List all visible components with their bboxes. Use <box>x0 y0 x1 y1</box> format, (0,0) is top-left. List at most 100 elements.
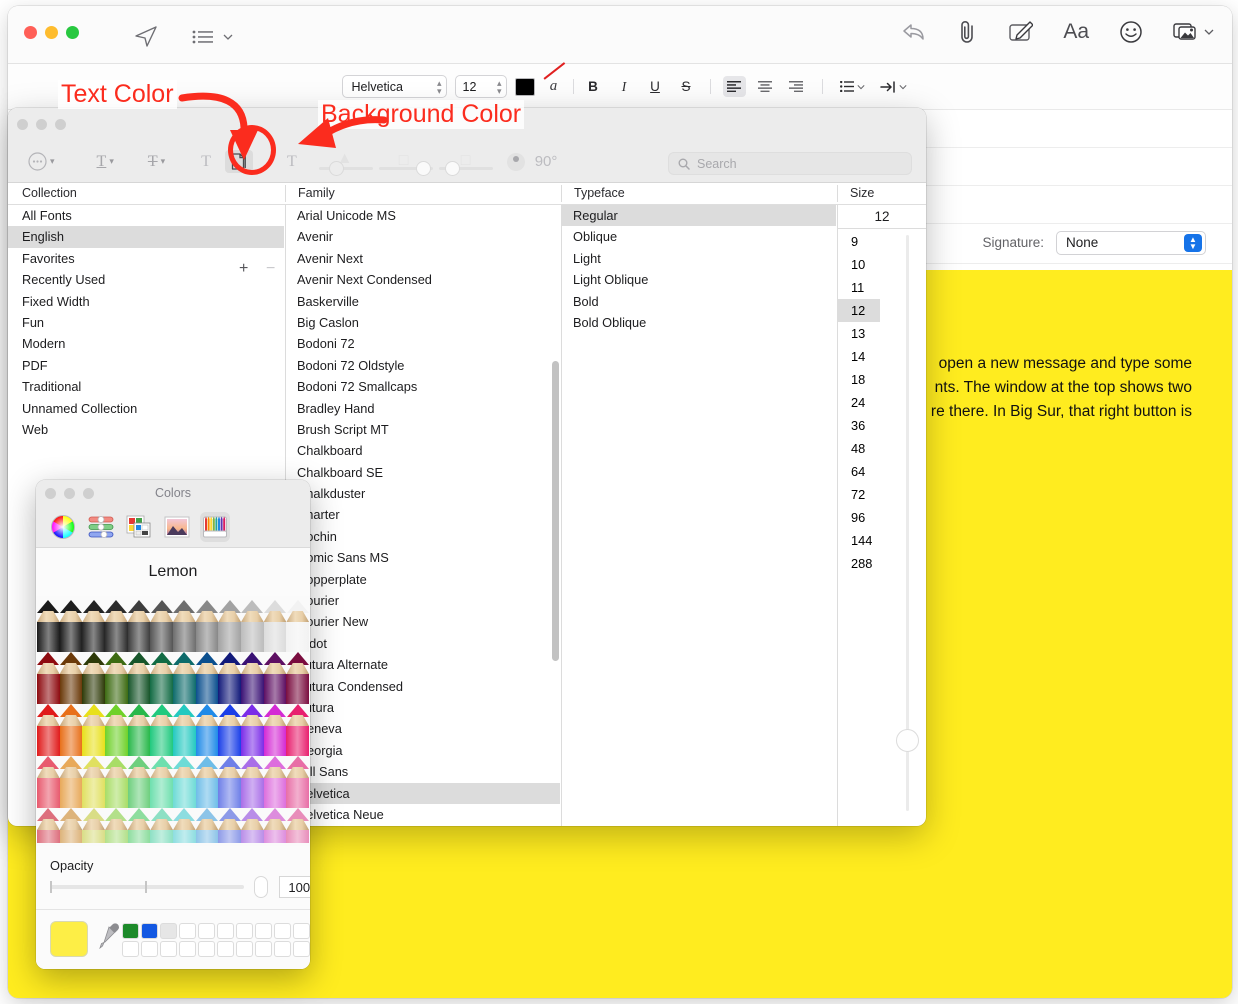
family-list-item[interactable]: Arial Unicode MS <box>286 205 560 226</box>
pencil-swatch[interactable] <box>241 652 264 704</box>
pencil-swatch[interactable] <box>127 704 151 756</box>
pencil-swatch[interactable] <box>37 704 60 756</box>
pencil-swatch[interactable] <box>127 600 151 652</box>
collection-list-item[interactable]: PDF <box>8 355 284 376</box>
family-list[interactable]: Arial Unicode MS Avenir Avenir Next Avenir … <box>286 201 560 822</box>
typeface-list-item[interactable]: Light <box>562 248 836 269</box>
markup-icon[interactable] <box>1008 21 1034 43</box>
zoom-icon[interactable] <box>55 119 66 130</box>
collection-list-item[interactable]: Recently Used <box>8 269 284 290</box>
format-aa-icon[interactable]: Aa <box>1063 20 1089 44</box>
opacity-slider-track[interactable] <box>50 881 244 893</box>
size-list-item[interactable]: 18 <box>838 368 880 391</box>
size-list-item[interactable]: 11 <box>838 276 880 299</box>
background-color-button[interactable]: a <box>543 62 565 96</box>
saved-swatch[interactable] <box>160 923 177 939</box>
family-list-item[interactable]: Avenir Next <box>286 248 560 269</box>
pencil-swatch[interactable] <box>150 704 174 756</box>
text-color-swatch-button[interactable] <box>514 77 535 96</box>
pencil-swatch[interactable] <box>37 808 60 843</box>
underline-button[interactable]: U <box>644 76 667 97</box>
family-list-item[interactable]: Chalkboard <box>286 440 560 461</box>
family-list-item[interactable]: Courier <box>286 590 560 611</box>
pencil-swatch[interactable] <box>105 808 128 843</box>
pencil-swatch[interactable] <box>82 652 106 704</box>
size-list-item[interactable]: 10 <box>838 253 880 276</box>
pencil-swatch[interactable] <box>263 756 287 808</box>
typeface-list-item[interactable]: Oblique <box>562 226 836 247</box>
typeface-list-item[interactable]: Light Oblique <box>562 269 836 290</box>
pencil-swatch[interactable] <box>218 756 242 808</box>
family-list-item[interactable]: Gill Sans <box>286 761 560 782</box>
pencil-swatch[interactable] <box>59 652 83 704</box>
color-palettes-tab[interactable] <box>124 512 154 542</box>
pencil-swatch[interactable] <box>127 652 151 704</box>
pencil-swatch[interactable] <box>286 756 309 808</box>
family-list-item[interactable]: Baskerville <box>286 291 560 312</box>
saved-swatch[interactable] <box>255 941 272 957</box>
saved-swatch[interactable] <box>122 923 139 939</box>
slider-knob[interactable] <box>415 160 431 176</box>
pencil-swatch[interactable] <box>263 704 287 756</box>
size-slider-track[interactable] <box>906 235 909 811</box>
action-menu-button[interactable]: ▾ <box>28 152 55 171</box>
colors-panel-traffic-lights[interactable] <box>45 488 94 499</box>
pencil-swatch[interactable] <box>173 704 196 756</box>
pencil-swatch[interactable] <box>218 704 242 756</box>
typeface-list-item[interactable]: Bold Oblique <box>562 312 836 333</box>
family-list-item[interactable]: Charter <box>286 504 560 525</box>
pencil-swatch[interactable] <box>195 652 219 704</box>
family-list-scrollbar[interactable] <box>552 361 559 661</box>
collection-list-item[interactable]: All Fonts <box>8 205 284 226</box>
pencil-swatch[interactable] <box>59 756 83 808</box>
collection-list-item[interactable]: Favorites <box>8 248 284 269</box>
pencil-swatch[interactable] <box>286 600 309 652</box>
pencil-swatch[interactable] <box>105 600 128 652</box>
pencil-swatch[interactable] <box>241 600 264 652</box>
saved-swatch[interactable] <box>160 941 177 957</box>
saved-swatch[interactable] <box>179 923 196 939</box>
family-list-item[interactable]: Avenir <box>286 226 560 247</box>
reply-icon[interactable] <box>902 21 926 43</box>
pencil-swatch[interactable] <box>195 704 219 756</box>
family-list-item[interactable]: Bradley Hand <box>286 398 560 419</box>
size-list-item[interactable]: 288 <box>838 552 880 575</box>
search-input[interactable]: Search <box>668 152 912 175</box>
size-list-item[interactable]: 48 <box>838 437 880 460</box>
italic-button[interactable]: I <box>613 76 636 97</box>
pencil-swatch[interactable] <box>37 756 60 808</box>
saved-swatch[interactable] <box>274 923 291 939</box>
shadow-offset-slider[interactable]: □ <box>438 148 493 176</box>
saved-swatch[interactable] <box>122 941 139 957</box>
family-list-item[interactable]: Avenir Next Condensed <box>286 269 560 290</box>
size-list-item[interactable]: 12 <box>838 299 880 322</box>
pencils-tab[interactable] <box>200 511 230 542</box>
typeface-list[interactable]: Regular Oblique Light Light Oblique Bold Bold… <box>562 205 836 826</box>
family-list-item[interactable]: Didot <box>286 633 560 654</box>
header-fields-icon[interactable] <box>190 24 234 50</box>
pencil-swatch[interactable] <box>127 756 151 808</box>
saved-swatch[interactable] <box>274 941 291 957</box>
pencil-swatch[interactable] <box>263 600 287 652</box>
pencil-swatch[interactable] <box>263 808 287 843</box>
pencil-swatch[interactable] <box>150 756 174 808</box>
pencil-swatch[interactable] <box>59 808 83 843</box>
pencil-swatch[interactable] <box>241 756 264 808</box>
attach-icon[interactable] <box>956 20 978 44</box>
pencil-swatch[interactable] <box>195 808 219 843</box>
family-list-item[interactable]: Bodoni 72 <box>286 333 560 354</box>
minimize-icon[interactable] <box>45 26 58 39</box>
family-list-item[interactable]: Bodoni 72 Smallcaps <box>286 376 560 397</box>
eyedropper-icon[interactable] <box>98 922 120 957</box>
size-list-item[interactable]: 72 <box>838 483 880 506</box>
saved-swatch[interactable] <box>179 941 196 957</box>
pencil-swatch[interactable] <box>59 600 83 652</box>
family-list-item[interactable]: Cochin <box>286 526 560 547</box>
pencil-swatch[interactable] <box>37 652 60 704</box>
pencil-swatch[interactable] <box>286 704 309 756</box>
collection-list-item[interactable]: English <box>8 226 284 248</box>
color-sliders-tab[interactable] <box>86 512 116 542</box>
saved-swatch[interactable] <box>198 923 215 939</box>
pencil-swatch[interactable] <box>105 704 128 756</box>
family-list-item[interactable]: Comic Sans MS <box>286 547 560 568</box>
